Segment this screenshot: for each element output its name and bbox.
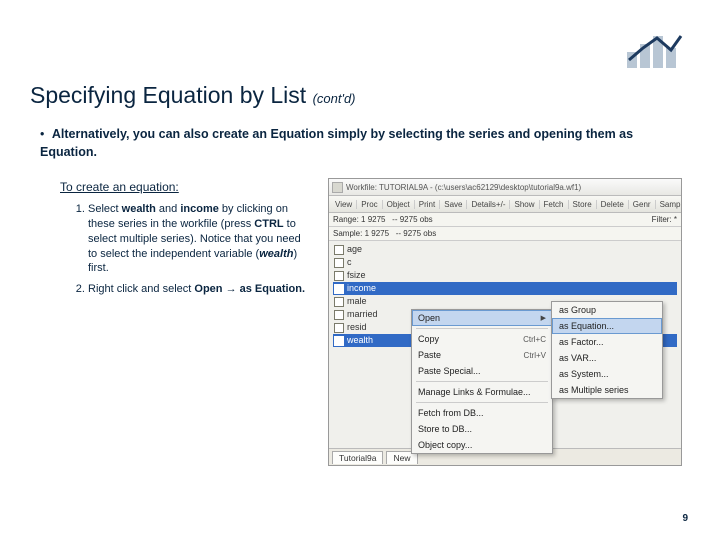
tb-delete[interactable]: Delete [597,200,629,209]
sample-row: Sample: 1 9275 -- 9275 obs [329,227,681,241]
step-2: Right click and select Open → as Equatio… [88,282,312,297]
series-c[interactable]: c [333,256,677,269]
page-number: 9 [682,513,688,524]
main-bullet: • Alternatively, you can also create an … [40,126,680,161]
sub-heading: To create an equation: [60,180,179,194]
ctx-open[interactable]: Open ▶ [412,310,552,326]
tb-save[interactable]: Save [440,200,467,209]
steps-list: Select wealth and income by clicking on … [72,202,312,303]
range-row: Range: 1 9275 -- 9275 obs Filter: * [329,213,681,227]
tab-tutorial9a[interactable]: Tutorial9a [332,451,383,464]
series-income[interactable]: income [333,282,677,295]
title-text: Specifying Equation by List [30,82,306,108]
tb-proc[interactable]: Proc [357,200,382,209]
series-icon [334,245,344,255]
bullet-dot: • [40,127,44,141]
sub-as-var[interactable]: as VAR... [552,350,662,366]
tb-store[interactable]: Store [569,200,597,209]
series-icon [334,271,344,281]
workfile-titlebar: Workfile: TUTORIAL9A - (c:\users\ac62129… [329,179,681,196]
ctx-store-db[interactable]: Store to DB... [412,421,552,437]
step-1: Select wealth and income by clicking on … [88,202,312,276]
sub-as-system[interactable]: as System... [552,366,662,382]
tb-details[interactable]: Details+/- [467,200,510,209]
ctx-copy[interactable]: Copy Ctrl+C [412,331,552,347]
workfile-icon [332,182,343,193]
sub-as-equation[interactable]: as Equation... [552,318,662,334]
logo-chart-icon [625,30,685,70]
sub-as-factor[interactable]: as Factor... [552,334,662,350]
menu-separator [416,402,548,403]
main-bullet-text: Alternatively, you can also create an Eq… [40,127,633,159]
menu-separator [416,328,548,329]
tb-genr[interactable]: Genr [629,200,656,209]
title-suffix: (cont'd) [313,91,356,106]
slide-title: Specifying Equation by List (cont'd) [30,82,356,109]
ctx-manage-links[interactable]: Manage Links & Formulae... [412,384,552,400]
open-submenu: as Group as Equation... as Factor... as … [551,301,663,399]
menu-separator [416,381,548,382]
series-fsize[interactable]: fsize [333,269,677,282]
series-icon [334,323,344,333]
workfile-title: Workfile: TUTORIAL9A - (c:\users\ac62129… [346,183,581,192]
ctx-object-copy[interactable]: Object copy... [412,437,552,453]
series-icon [334,336,344,346]
workfile-window: Workfile: TUTORIAL9A - (c:\users\ac62129… [328,178,682,466]
series-icon [334,284,344,294]
tb-show[interactable]: Show [510,200,539,209]
series-icon [334,310,344,320]
sub-as-group[interactable]: as Group [552,302,662,318]
tb-fetch[interactable]: Fetch [540,200,569,209]
sub-as-multiple[interactable]: as Multiple series [552,382,662,398]
context-menu: Open ▶ Copy Ctrl+C Paste Ctrl+V Paste Sp… [411,309,553,454]
workfile-toolbar: View Proc Object Print Save Details+/- S… [329,196,681,213]
ctx-paste[interactable]: Paste Ctrl+V [412,347,552,363]
tb-print[interactable]: Print [415,200,440,209]
series-icon [334,258,344,268]
ctx-paste-special[interactable]: Paste Special... [412,363,552,379]
tb-sample[interactable]: Sample [656,200,682,209]
series-icon [334,297,344,307]
ctx-fetch-db[interactable]: Fetch from DB... [412,405,552,421]
chevron-right-icon: ▶ [541,314,546,322]
tb-view[interactable]: View [331,200,357,209]
tb-object[interactable]: Object [383,200,415,209]
series-age[interactable]: age [333,243,677,256]
